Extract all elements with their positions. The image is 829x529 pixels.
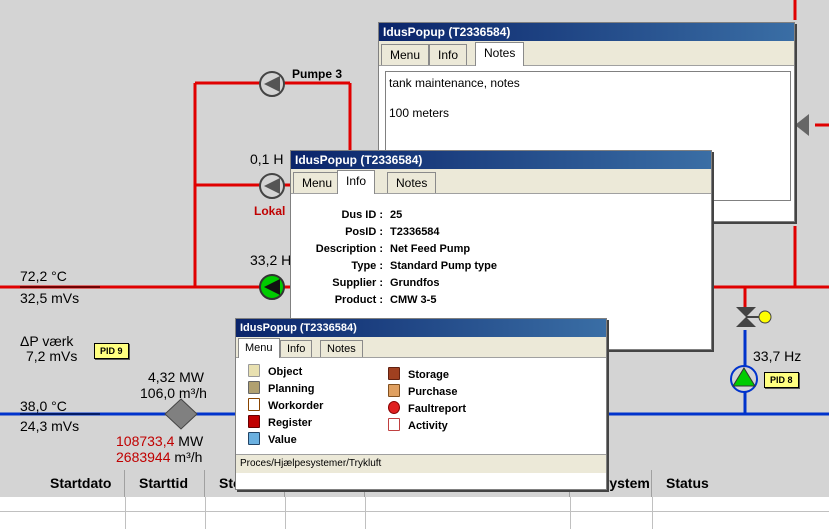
- supply-temperature: 72,2 °C: [20, 268, 67, 284]
- power-value: 4,32 MW: [148, 369, 205, 385]
- dp-label: ΔP værk: [20, 333, 74, 349]
- valve-partial-icon: [795, 114, 809, 136]
- info-row-description: Description : Net Feed Pump: [315, 243, 471, 255]
- value-icon: [248, 432, 260, 445]
- column-header-startdato[interactable]: Startdato: [0, 470, 125, 497]
- table-grid-lines: [0, 497, 829, 529]
- pid-8-button[interactable]: PID 8: [764, 372, 799, 388]
- pump-3-label: Pumpe 3: [292, 67, 343, 81]
- dp-value: 7,2 mVs: [26, 348, 78, 364]
- tab-notes[interactable]: Notes: [475, 42, 525, 66]
- workorder-icon: [248, 398, 260, 411]
- planning-icon: [248, 381, 260, 394]
- popup-notes-title[interactable]: IdusPopup (T2336584): [379, 23, 794, 41]
- total-volume: 2683944 m³/h: [116, 449, 203, 465]
- right-pump-frequency: 33,7 Hz: [753, 348, 802, 364]
- menu-item-purchase[interactable]: Purchase: [388, 384, 458, 398]
- popup-notes-tabbar: Menu Info Notes: [379, 41, 794, 66]
- menu-item-workorder[interactable]: Workorder: [248, 398, 323, 412]
- heat-exchanger-icon[interactable]: [164, 398, 198, 430]
- column-header-starttid[interactable]: Starttid: [125, 470, 205, 497]
- tab-menu[interactable]: Menu: [293, 172, 342, 193]
- notes-line-2: 100 meters: [389, 106, 450, 120]
- menu-item-register[interactable]: Register: [248, 415, 312, 429]
- activity-icon: [388, 418, 400, 431]
- purchase-icon: [388, 384, 400, 397]
- tab-notes[interactable]: Notes: [320, 340, 363, 357]
- object-icon: [248, 364, 260, 377]
- return-temperature: 38,0 °C: [20, 398, 67, 414]
- menu-item-value[interactable]: Value: [248, 432, 297, 446]
- popup-menu-path: Proces/Hjælpesystemer/Trykluft: [236, 454, 606, 473]
- total-energy: 108733,4 MW: [116, 433, 204, 449]
- menu-item-object[interactable]: Object: [248, 364, 302, 378]
- pump-right-icon[interactable]: [728, 364, 760, 394]
- info-row-pos-id: PosID : T2336584: [345, 226, 440, 238]
- popup-menu-title[interactable]: IdusPopup (T2336584): [236, 319, 606, 337]
- info-row-supplier: Supplier : Grundfos: [332, 277, 440, 289]
- info-row-dus-id: Dus ID :25: [341, 209, 403, 221]
- menu-item-planning[interactable]: Planning: [248, 381, 314, 395]
- faultreport-icon: [388, 401, 400, 414]
- pump-2-icon[interactable]: [258, 172, 286, 200]
- pump-2-frequency: 0,1 H: [250, 151, 284, 167]
- pump-3-icon[interactable]: [258, 70, 286, 98]
- pid-9-button[interactable]: PID 9: [94, 343, 129, 359]
- menu-item-activity[interactable]: Activity: [388, 418, 448, 432]
- tab-info[interactable]: Info: [429, 44, 468, 65]
- menu-item-faultreport[interactable]: Faultreport: [388, 401, 466, 415]
- pump-1-icon[interactable]: [258, 273, 286, 301]
- register-icon: [248, 415, 260, 428]
- pump-1-frequency: 33,2 H: [250, 252, 292, 268]
- popup-info-tabbar: Menu Info Notes: [291, 169, 711, 194]
- info-details: Dus ID :25 PosID : T2336584 Description :…: [291, 209, 711, 319]
- menu-item-storage[interactable]: Storage: [388, 367, 449, 381]
- popup-info-title[interactable]: IdusPopup (T2336584): [291, 151, 711, 169]
- popup-menu-tabbar: Menu Info Notes: [236, 337, 606, 358]
- info-row-product: Product : CMW 3-5: [334, 294, 437, 306]
- info-row-type: Type : Standard Pump type: [351, 260, 497, 272]
- tab-info[interactable]: Info: [337, 170, 376, 194]
- column-header-status[interactable]: Status: [652, 470, 829, 497]
- control-valve-icon[interactable]: [732, 303, 776, 333]
- popup-menu-window[interactable]: IdusPopup (T2336584) Menu Info Notes Obj…: [235, 318, 607, 490]
- supply-pressure: 32,5 mVs: [20, 290, 80, 306]
- flow-value: 106,0 m³/h: [140, 385, 207, 401]
- tab-info[interactable]: Info: [280, 340, 313, 357]
- lokal-label: Lokal: [254, 204, 286, 218]
- tab-notes[interactable]: Notes: [387, 172, 437, 193]
- tab-menu[interactable]: Menu: [381, 44, 430, 65]
- notes-line-1: tank maintenance, notes: [389, 76, 520, 90]
- return-pressure: 24,3 mVs: [20, 418, 80, 434]
- storage-icon: [388, 367, 400, 380]
- tab-menu[interactable]: Menu: [238, 338, 280, 358]
